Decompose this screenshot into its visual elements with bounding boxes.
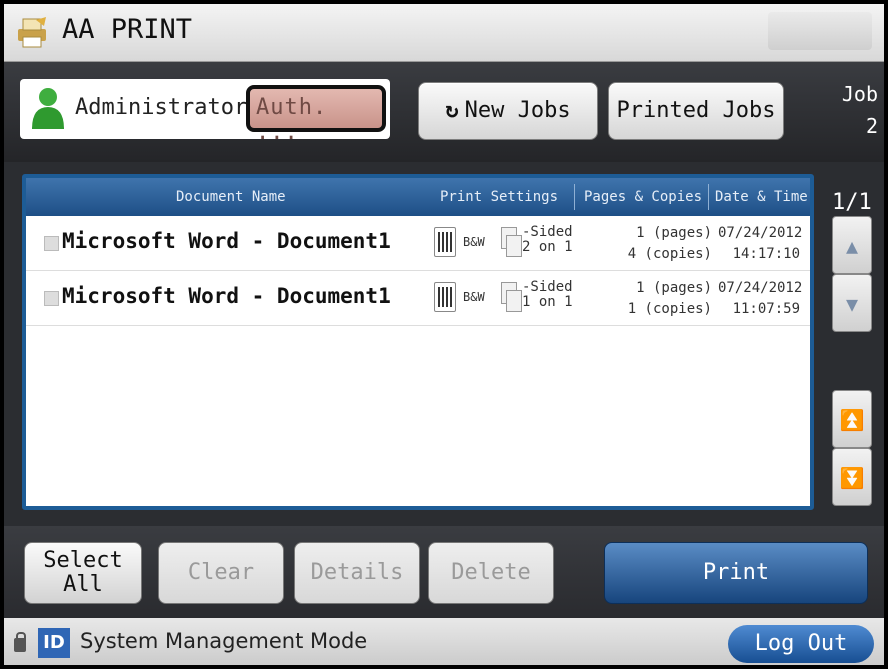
scroll-bottom-button[interactable]: ⏬ <box>832 448 872 506</box>
clear-button[interactable]: Clear <box>158 542 284 604</box>
date-time: 07/24/2012 14:17:10 <box>718 223 803 265</box>
job-count-label: Job <box>841 82 878 106</box>
id-badge-icon: ID <box>38 628 70 658</box>
details-button[interactable]: Details <box>294 542 420 604</box>
print-label: Print <box>702 560 770 585</box>
header-document-name: Document Name <box>176 189 286 205</box>
header-divider <box>708 184 709 210</box>
header-print-settings: Print Settings <box>440 189 559 205</box>
page-indicator: 1/1 <box>832 190 872 215</box>
lock-icon <box>14 632 26 652</box>
page-count: 1 (pages) <box>636 280 712 296</box>
document-name: Microsoft Word - Document1 <box>62 229 391 253</box>
printed-jobs-label: Printed Jobs <box>616 98 776 123</box>
chevron-up-icon: ▲ <box>845 234 859 258</box>
mode-label: System Management Mode <box>80 629 368 653</box>
sided-mode: -Sided <box>522 279 573 295</box>
user-icon <box>32 88 64 129</box>
select-all-button[interactable]: Select All <box>24 542 142 604</box>
job-time: 11:07:59 <box>732 301 800 317</box>
details-label: Details <box>310 560 404 585</box>
select-all-label: All <box>63 572 103 597</box>
app-window: AA PRINT Administrator Auth. ... ↻ New Jo… <box>2 2 886 667</box>
copy-count: 4 (copies) <box>627 246 712 262</box>
job-list-header: Document Name Print Settings Pages & Cop… <box>26 178 810 216</box>
sided-setting: -Sided 2 on 1 <box>522 225 573 255</box>
action-bar: Select All Clear Details Delete Print <box>4 526 884 618</box>
bw-color-icon <box>434 227 456 257</box>
title-bar: AA PRINT <box>4 4 884 62</box>
job-date: 07/24/2012 <box>718 280 803 296</box>
row-checkbox[interactable] <box>44 236 59 251</box>
copy-count: 1 (copies) <box>627 301 712 317</box>
refresh-icon: ↻ <box>445 98 459 123</box>
sided-setting: -Sided 1 on 1 <box>522 280 573 310</box>
pages-layout-icon <box>501 227 523 259</box>
job-count: Job 2 <box>842 78 878 142</box>
scroll-down-button[interactable]: ▼ <box>832 274 872 332</box>
color-mode: B&W <box>463 290 485 304</box>
n-up-mode: 1 on 1 <box>522 294 573 310</box>
auth-label: Auth. ... <box>256 95 328 145</box>
status-bar: ID System Management Mode Log Out <box>4 618 884 665</box>
auth-field[interactable]: Auth. ... <box>246 85 386 145</box>
new-jobs-label: New Jobs <box>464 98 571 123</box>
color-mode: B&W <box>463 235 485 249</box>
select-all-label: Select <box>43 548 123 573</box>
clear-label: Clear <box>187 560 255 585</box>
page-count: 1 (pages) <box>636 225 712 241</box>
scroll-up-button[interactable]: ▲ <box>832 216 872 274</box>
table-row[interactable]: Microsoft Word - Document1 B&W -Sided 1 … <box>26 271 810 326</box>
app-title: AA PRINT <box>62 14 193 45</box>
scroll-top-button[interactable]: ⏫ <box>832 390 872 448</box>
pages-copies: 1 (pages) 4 (copies) <box>626 223 712 265</box>
sided-mode: -Sided <box>522 224 573 240</box>
n-up-mode: 2 on 1 <box>522 239 573 255</box>
job-list: Document Name Print Settings Pages & Cop… <box>22 174 814 510</box>
scroll-bottom-icon: ⏬ <box>839 466 865 490</box>
header-divider <box>574 184 575 210</box>
job-time: 14:17:10 <box>732 246 800 262</box>
title-bar-button[interactable] <box>768 12 872 50</box>
logout-button[interactable]: Log Out <box>728 625 874 663</box>
user-name: Administrator <box>75 95 248 120</box>
user-panel: Administrator Auth. ... <box>20 79 390 145</box>
job-date: 07/24/2012 <box>718 225 803 241</box>
bw-color-icon <box>434 282 456 312</box>
printed-jobs-button[interactable]: Printed Jobs <box>608 82 784 140</box>
print-button[interactable]: Print <box>604 542 868 604</box>
pages-layout-icon <box>501 282 523 314</box>
top-toolbar: Administrator Auth. ... ↻ New Jobs Printe… <box>4 62 884 162</box>
new-jobs-button[interactable]: ↻ New Jobs <box>418 82 598 140</box>
header-date-time: Date & Time <box>715 189 808 205</box>
pages-copies: 1 (pages) 1 (copies) <box>626 278 712 320</box>
row-checkbox[interactable] <box>44 291 59 306</box>
date-time: 07/24/2012 11:07:59 <box>718 278 803 320</box>
printer-app-icon <box>18 17 46 48</box>
job-count-value: 2 <box>865 114 878 138</box>
header-pages-copies: Pages & Copies <box>584 189 703 205</box>
logout-label: Log Out <box>754 631 848 656</box>
table-row[interactable]: Microsoft Word - Document1 B&W -Sided 2 … <box>26 216 810 271</box>
delete-button[interactable]: Delete <box>428 542 554 604</box>
delete-label: Delete <box>451 560 531 585</box>
document-name: Microsoft Word - Document1 <box>62 284 391 308</box>
chevron-down-icon: ▼ <box>845 292 859 316</box>
scroll-top-icon: ⏫ <box>839 408 865 432</box>
